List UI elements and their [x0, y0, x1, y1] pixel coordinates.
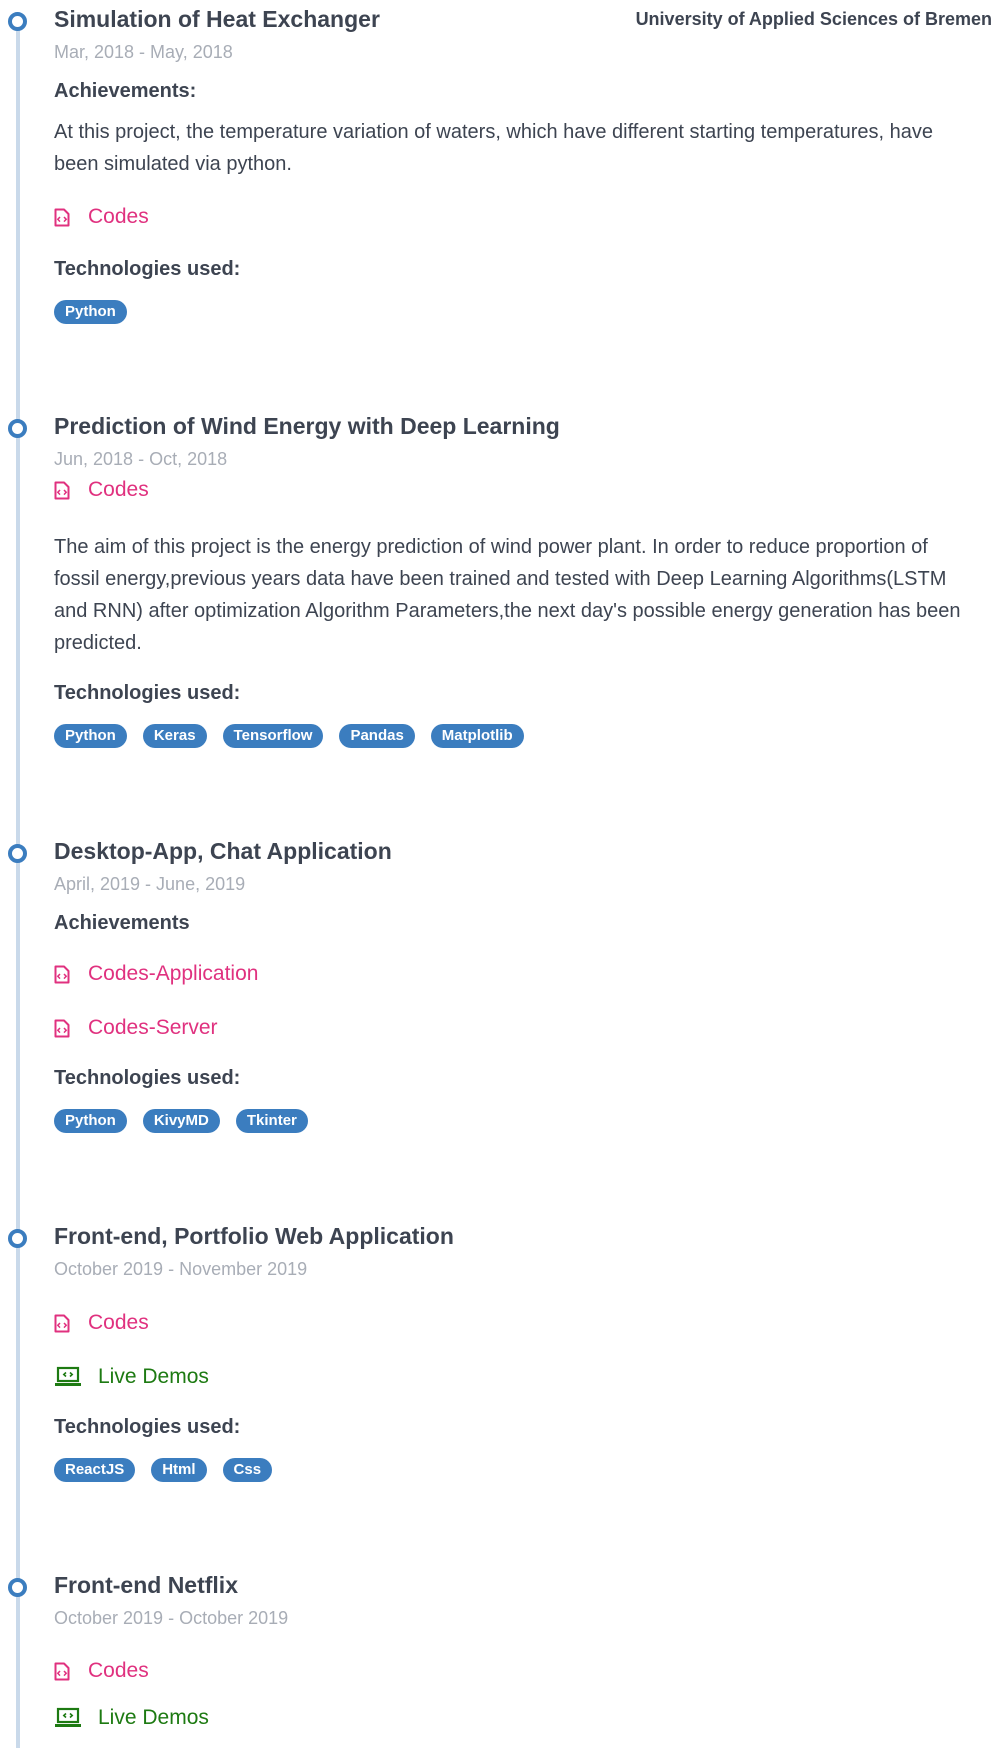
tag-pandas[interactable]: Pandas: [339, 724, 415, 748]
link-label: Codes-Application: [88, 962, 259, 985]
technologies-heading: Technologies used:: [54, 258, 241, 280]
live-demos-link[interactable]: Live Demos: [54, 1706, 209, 1730]
achievements-heading: Achievements: [54, 912, 190, 934]
project-title: Simulation of Heat Exchanger: [54, 6, 380, 32]
technologies-heading: Technologies used:: [54, 1067, 241, 1089]
link-label: Codes: [88, 478, 149, 501]
project-date: Mar, 2018 - May, 2018: [54, 42, 233, 62]
code-file-icon: [54, 208, 70, 227]
tag-reactjs[interactable]: ReactJS: [54, 1458, 136, 1482]
tag-matplotlib[interactable]: Matplotlib: [430, 724, 524, 748]
project-description: The aim of this project is the energy pr…: [54, 536, 961, 654]
technology-tags: Python Keras Tensorflow Pandas Matplotli…: [54, 724, 524, 748]
timeline-line: [16, 28, 20, 1748]
timeline-marker-icon: [8, 844, 27, 863]
project-organization: University of Applied Sciences of Bremen: [635, 9, 992, 29]
project-title: Desktop-App, Chat Application: [54, 838, 392, 864]
project-date: October 2019 - November 2019: [54, 1259, 308, 1279]
project-date: Jun, 2018 - Oct, 2018: [54, 449, 228, 469]
link-label: Codes: [88, 1659, 149, 1682]
codes-application-link[interactable]: Codes-Application: [54, 962, 258, 986]
codes-link[interactable]: Codes: [54, 205, 149, 229]
technology-tags: Python KivyMD Tkinter: [54, 1109, 308, 1133]
tag-python[interactable]: Python: [54, 300, 127, 324]
tag-tkinter[interactable]: Tkinter: [235, 1109, 308, 1133]
live-demos-link[interactable]: Live Demos: [54, 1365, 209, 1389]
tag-python[interactable]: Python: [54, 1109, 127, 1133]
technology-tags: ReactJS Html Css: [54, 1458, 273, 1482]
technology-tags: Python: [54, 300, 127, 324]
project-date: April, 2019 - June, 2019: [54, 874, 246, 894]
laptop-code-icon: [54, 1366, 82, 1388]
link-label: Codes: [88, 205, 149, 228]
codes-link[interactable]: Codes: [54, 478, 149, 502]
tag-html[interactable]: Html: [151, 1458, 207, 1482]
link-label: Live Demos: [98, 1365, 209, 1388]
link-label: Codes: [88, 1311, 149, 1334]
codes-link[interactable]: Codes: [54, 1659, 149, 1683]
project-title: Prediction of Wind Energy with Deep Lear…: [54, 413, 560, 439]
code-file-icon: [54, 1314, 70, 1333]
tag-keras[interactable]: Keras: [142, 724, 207, 748]
codes-link[interactable]: Codes: [54, 1311, 149, 1335]
link-label: Codes-Server: [88, 1016, 218, 1039]
tag-kivymd[interactable]: KivyMD: [142, 1109, 220, 1133]
timeline-marker-icon: [8, 1578, 27, 1597]
project-title: Front-end Netflix: [54, 1572, 238, 1598]
technologies-heading: Technologies used:: [54, 1416, 241, 1438]
codes-server-link[interactable]: Codes-Server: [54, 1016, 218, 1040]
code-file-icon: [54, 481, 70, 500]
code-file-icon: [54, 1019, 70, 1038]
link-label: Live Demos: [98, 1706, 209, 1729]
laptop-code-icon: [54, 1707, 82, 1729]
tag-python[interactable]: Python: [54, 724, 127, 748]
timeline-marker-icon: [8, 12, 27, 31]
timeline-marker-icon: [8, 419, 27, 438]
project-title: Front-end, Portfolio Web Application: [54, 1223, 454, 1249]
project-description: At this project, the temperature variati…: [54, 121, 933, 175]
tag-tensorflow[interactable]: Tensorflow: [222, 724, 324, 748]
tag-css[interactable]: Css: [222, 1458, 273, 1482]
code-file-icon: [54, 965, 70, 984]
code-file-icon: [54, 1662, 70, 1681]
technologies-heading: Technologies used:: [54, 682, 241, 704]
project-date: October 2019 - October 2019: [54, 1608, 289, 1628]
timeline-marker-icon: [8, 1229, 27, 1248]
achievements-heading: Achievements:: [54, 80, 197, 102]
